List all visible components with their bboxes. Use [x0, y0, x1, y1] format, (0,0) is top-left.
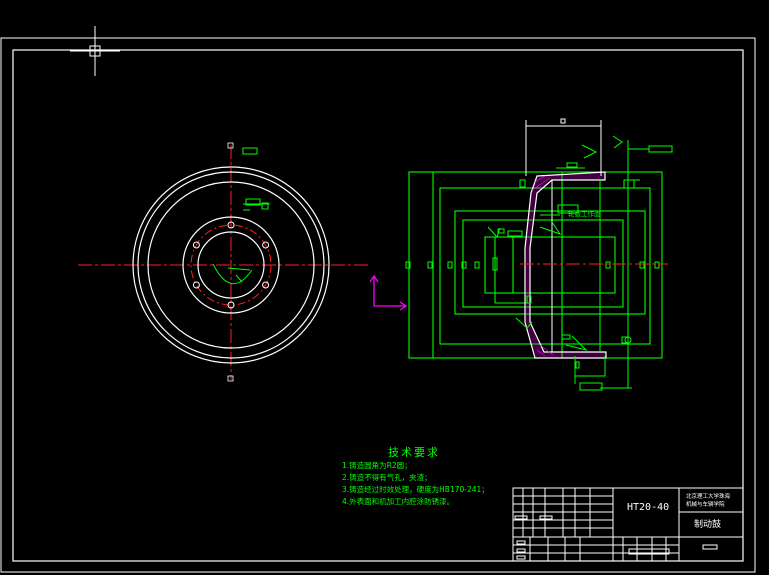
front-view-annotations — [212, 147, 270, 285]
crosshair-cursor-icon — [70, 26, 120, 76]
requirement-item: 1.铸造圆角为R2圆； — [342, 461, 412, 470]
section-outline-step4 — [484, 236, 616, 294]
institution-line-1: 北京理工大学珠海 — [686, 492, 731, 500]
ucs-axis-icon — [369, 274, 408, 311]
section-outline-step2 — [454, 210, 646, 315]
requirement-item: 2.铸造不得有气孔，夹渣； — [342, 473, 432, 482]
hub-surface-label: 轮毂工作面 — [568, 209, 601, 218]
requirement-item: 4.外表面和机加工内腔涂防锈漆。 — [342, 497, 455, 506]
technical-requirements-list: 1.铸造圆角为R2圆； 2.铸造不得有气孔，夹渣； 3.铸造经过时效处理，硬度为… — [342, 460, 489, 508]
material-code: HT20-40 — [627, 502, 669, 513]
front-view-drum[interactable] — [78, 142, 368, 382]
section-view-drum[interactable]: 轮毂工作面 — [405, 118, 673, 391]
requirement-item: 3.铸造经过时效处理，硬度为HB170-241； — [342, 485, 489, 494]
bottom-dimension-box — [579, 382, 603, 391]
tolerance-frame — [648, 145, 673, 153]
drum-section-hatch — [524, 171, 607, 359]
technical-requirements-heading: 技术要求 — [388, 446, 440, 459]
institution-line-2: 机械与车辆学院 — [686, 500, 725, 508]
part-name: 制动鼓 — [694, 518, 721, 530]
